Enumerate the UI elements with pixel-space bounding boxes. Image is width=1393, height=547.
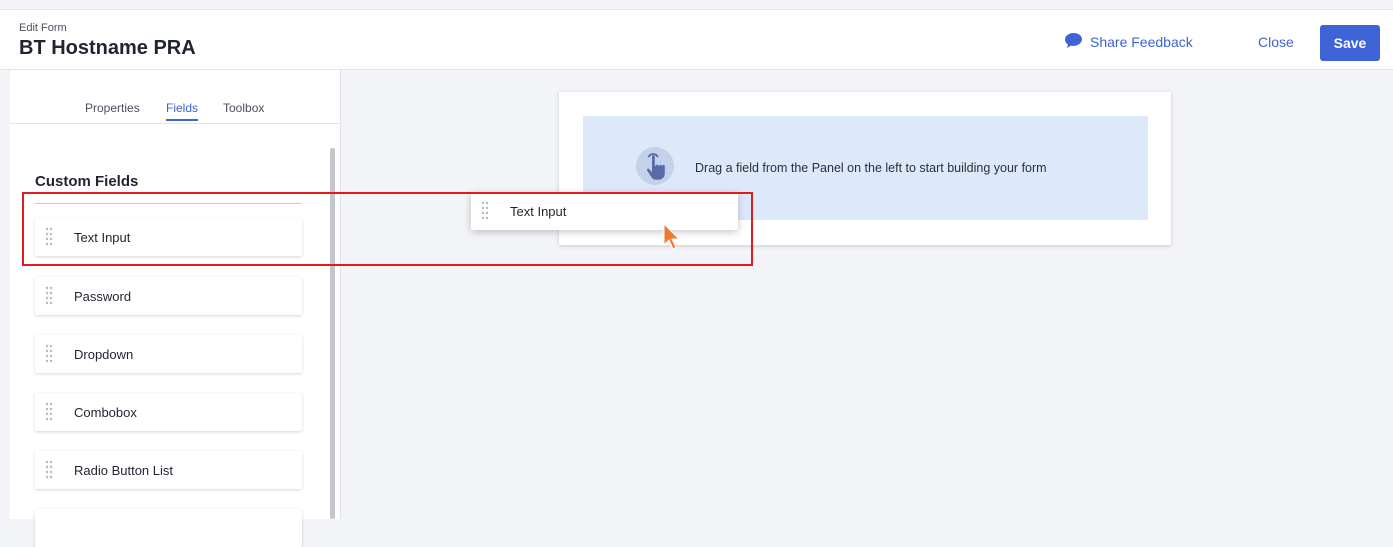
drag-handle-icon[interactable]	[45, 227, 53, 252]
drag-handle-icon[interactable]	[45, 402, 53, 427]
drag-handle-icon[interactable]	[45, 286, 53, 311]
custom-fields-heading: Custom Fields	[35, 173, 139, 190]
field-item-text-input[interactable]: Text Input	[35, 218, 302, 256]
chat-bubble-icon	[1064, 32, 1090, 52]
field-item-label: Password	[74, 289, 132, 304]
page-subtitle: Edit Form	[19, 22, 67, 34]
hand-pointer-icon	[633, 144, 677, 193]
field-item-combobox[interactable]: Combobox	[35, 393, 302, 431]
drag-handle-icon	[481, 201, 489, 226]
drag-handle-icon[interactable]	[45, 460, 53, 485]
share-feedback-link[interactable]: Share Feedback	[1064, 32, 1193, 52]
dragging-field-label: Text Input	[510, 204, 567, 219]
close-button[interactable]: Close	[1258, 34, 1294, 50]
field-item-label: Dropdown	[74, 347, 134, 362]
field-item-radio-button-list[interactable]: Radio Button List	[35, 451, 302, 489]
tab-fields[interactable]: Fields	[166, 101, 199, 121]
field-item-password[interactable]: Password	[35, 277, 302, 315]
save-button[interactable]: Save	[1320, 25, 1380, 61]
dragging-field-ghost[interactable]: Text Input	[471, 192, 738, 230]
page-header: Edit Form BT Hostname PRA Share Feedback…	[0, 10, 1393, 70]
top-strip	[0, 0, 1393, 10]
field-item-partial[interactable]	[35, 509, 302, 547]
share-feedback-label: Share Feedback	[1090, 34, 1193, 50]
field-item-label: Text Input	[74, 230, 131, 245]
section-divider	[35, 203, 302, 204]
tab-properties[interactable]: Properties	[85, 101, 140, 115]
field-item-dropdown[interactable]: Dropdown	[35, 335, 302, 373]
tab-toolbox[interactable]: Toolbox	[223, 101, 264, 115]
mouse-cursor-icon	[662, 222, 682, 256]
fields-panel: Properties Fields Toolbox Custom Fields …	[10, 70, 341, 547]
drop-zone-hint: Drag a field from the Panel on the left …	[695, 161, 1047, 175]
drag-handle-icon[interactable]	[45, 344, 53, 369]
page-title: BT Hostname PRA	[19, 37, 196, 59]
panel-scrollbar-thumb[interactable]	[330, 148, 335, 519]
field-item-label: Combobox	[74, 405, 137, 420]
field-item-label: Radio Button List	[74, 463, 174, 478]
panel-tabs: Properties Fields Toolbox	[10, 70, 340, 124]
